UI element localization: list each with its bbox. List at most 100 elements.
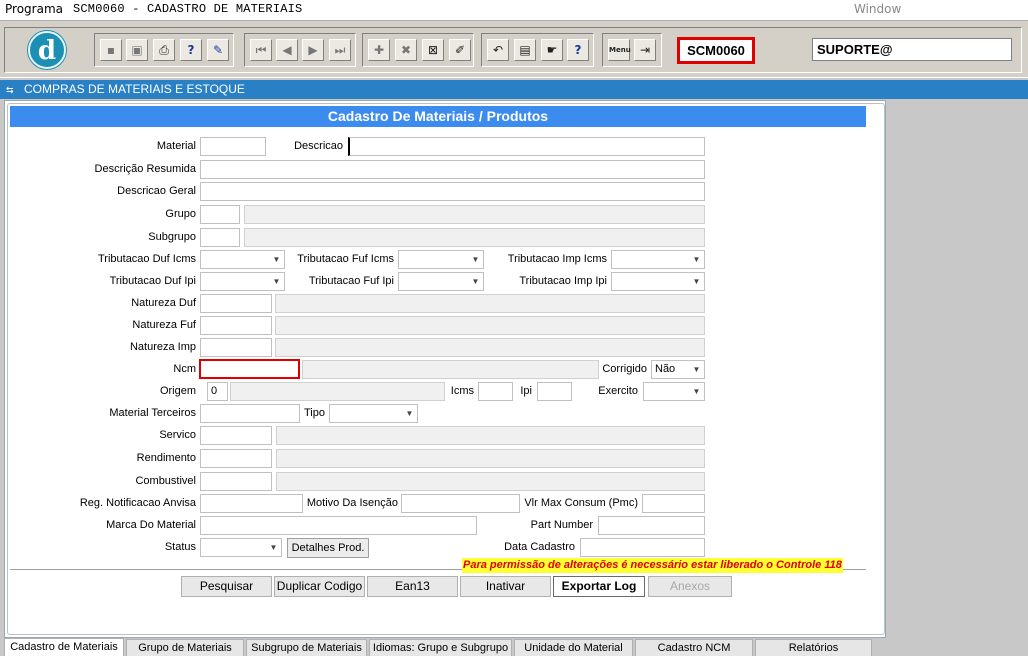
status-select[interactable]: ▼ xyxy=(200,538,282,557)
vlr-max-consum-field[interactable] xyxy=(642,494,705,513)
grupo-field[interactable] xyxy=(200,205,240,224)
reg-anvisa-field[interactable] xyxy=(200,494,303,513)
label-motivo-isencao: Motivo Da Isenção xyxy=(306,497,398,509)
tab-cadastro-materiais[interactable]: Cadastro de Materiais xyxy=(4,638,124,656)
natureza-duf-field[interactable] xyxy=(200,294,272,313)
combustivel-field[interactable] xyxy=(200,472,272,491)
menu-window[interactable]: Window xyxy=(854,2,901,16)
help-icon[interactable]: ? xyxy=(567,39,589,61)
descricao-geral-field[interactable] xyxy=(200,182,705,201)
tab-relatorios[interactable]: Relatórios xyxy=(755,639,872,656)
label-descricao-resumida: Descrição Resumida xyxy=(94,163,196,175)
label-trib-imp-icms: Tributacao Imp Icms xyxy=(507,253,607,265)
undo-icon[interactable]: ↶ xyxy=(487,39,509,61)
screen-icon[interactable]: ▣ xyxy=(126,39,148,61)
label-material: Material xyxy=(156,140,196,152)
program-title: SCM0060 - CADASTRO DE MATERIAIS xyxy=(73,2,303,16)
module-title-bar: ⇆ COMPRAS DE MATERIAIS E ESTOQUE xyxy=(0,80,1028,99)
label-part-number: Part Number xyxy=(530,519,593,531)
label-ncm: Ncm xyxy=(173,363,196,375)
hand-icon[interactable]: ☛ xyxy=(541,39,563,61)
label-descricao: Descricao xyxy=(294,140,343,152)
edit-icon[interactable]: ✐ xyxy=(449,39,471,61)
trib-imp-icms-select[interactable]: ▼ xyxy=(611,250,705,269)
chevron-down-icon: ▼ xyxy=(692,255,701,264)
print-icon[interactable]: ⎙ xyxy=(153,39,175,61)
corrigido-select[interactable]: Não ▼ xyxy=(651,360,705,379)
natureza-imp-field[interactable] xyxy=(200,338,272,357)
ipi-field[interactable] xyxy=(537,382,572,401)
rendimento-field[interactable] xyxy=(200,449,272,468)
menu-icon[interactable]: Menu xyxy=(608,39,631,61)
chevron-down-icon: ▼ xyxy=(471,255,480,264)
material-field[interactable] xyxy=(200,137,266,156)
servico-field[interactable] xyxy=(200,426,272,445)
inativar-button[interactable]: Inativar xyxy=(460,576,551,597)
label-ipi: Ipi xyxy=(520,385,532,397)
trib-duf-icms-select[interactable]: ▼ xyxy=(200,250,285,269)
user-field: SUPORTE@ xyxy=(812,38,1012,61)
descricao-resumida-field[interactable] xyxy=(200,160,705,179)
origem-field[interactable]: 0 xyxy=(207,382,228,401)
anexos-button[interactable]: Anexos xyxy=(648,576,732,597)
clipboard-icon[interactable]: ▤ xyxy=(514,39,536,61)
trib-fuf-icms-select[interactable]: ▼ xyxy=(398,250,484,269)
ncm-description xyxy=(302,360,599,379)
label-natureza-imp: Natureza Imp xyxy=(129,341,196,353)
label-servico: Servico xyxy=(159,429,196,441)
next-record-icon[interactable]: ▶ xyxy=(302,39,324,61)
duplicar-codigo-button[interactable]: Duplicar Codigo xyxy=(274,576,365,597)
exercicio-select[interactable]: ▼ xyxy=(643,382,705,401)
label-trib-duf-icms: Tributacao Duf Icms xyxy=(97,253,196,265)
label-reg-anvisa: Reg. Notificacao Anvisa xyxy=(79,497,196,509)
detalhes-prod-button[interactable]: Detalhes Prod. xyxy=(287,538,369,558)
label-marca: Marca Do Material xyxy=(106,519,196,531)
motivo-isencao-field[interactable] xyxy=(401,494,520,513)
module-title: COMPRAS DE MATERIAIS E ESTOQUE xyxy=(24,82,245,96)
icms-field[interactable] xyxy=(478,382,513,401)
pesquisar-button[interactable]: Pesquisar xyxy=(181,576,272,597)
part-number-field[interactable] xyxy=(598,516,705,535)
material-terceiros-field[interactable] xyxy=(200,404,300,423)
subgrupo-field[interactable] xyxy=(200,228,240,247)
trib-imp-ipi-select[interactable]: ▼ xyxy=(611,272,705,291)
chevron-down-icon: ▼ xyxy=(471,277,480,286)
label-combustivel: Combustivel xyxy=(135,475,196,487)
menu-programa[interactable]: Programa xyxy=(5,2,63,16)
natureza-duf-description xyxy=(275,294,705,313)
combustivel-description xyxy=(276,472,705,491)
insert-record-icon[interactable]: ✚ xyxy=(368,39,390,61)
query-icon[interactable]: ? xyxy=(180,39,202,61)
chevron-down-icon: ▼ xyxy=(272,255,281,264)
data-cadastro-field[interactable] xyxy=(580,538,705,557)
exit-icon[interactable]: ⇥ xyxy=(634,39,656,61)
first-record-icon[interactable]: ⏮ xyxy=(250,39,272,61)
label-data-cadastro: Data Cadastro xyxy=(504,541,575,553)
delete-record-icon[interactable]: ✖ xyxy=(395,39,417,61)
execute-query-icon[interactable]: ✎ xyxy=(207,39,229,61)
label-trib-duf-ipi: Tributacao Duf Ipi xyxy=(109,275,196,287)
clear-record-icon[interactable]: ⊠ xyxy=(422,39,444,61)
tab-unidade-material[interactable]: Unidade do Material xyxy=(514,639,633,656)
descricao-field[interactable] xyxy=(348,137,705,156)
ncm-field[interactable] xyxy=(199,359,300,379)
label-exercicio: Exercito xyxy=(598,385,638,397)
natureza-fuf-field[interactable] xyxy=(200,316,272,335)
toolbar: d SCM0060 SUPORTE@ ▪ ▣ ⎙? ✎ ⏮ ◀ ▶ ⏭ ✚ ✖ ⊠ ✐ ↶ ▤ ☛? Menu… xyxy=(0,20,1028,78)
trib-duf-ipi-select[interactable]: ▼ xyxy=(200,272,285,291)
tab-cadastro-ncm[interactable]: Cadastro NCM xyxy=(635,639,753,656)
ean13-button[interactable]: Ean13 xyxy=(367,576,458,597)
tipo-select[interactable]: ▼ xyxy=(329,404,418,423)
trib-fuf-ipi-select[interactable]: ▼ xyxy=(398,272,484,291)
exportar-log-button[interactable]: Exportar Log xyxy=(553,576,645,597)
label-descricao-geral: Descricao Geral xyxy=(117,185,196,197)
save-icon[interactable]: ▪ xyxy=(100,39,122,61)
label-icms: Icms xyxy=(450,385,474,397)
tab-subgrupo-materiais[interactable]: Subgrupo de Materiais xyxy=(246,639,367,656)
chevron-down-icon: ▼ xyxy=(692,277,701,286)
marca-field[interactable] xyxy=(200,516,477,535)
previous-record-icon[interactable]: ◀ xyxy=(276,39,298,61)
tab-idiomas-grupo-subgrupo[interactable]: Idiomas: Grupo e Subgrupo xyxy=(369,639,512,656)
last-record-icon[interactable]: ⏭ xyxy=(329,39,351,61)
tab-grupo-materiais[interactable]: Grupo de Materiais xyxy=(126,639,244,656)
